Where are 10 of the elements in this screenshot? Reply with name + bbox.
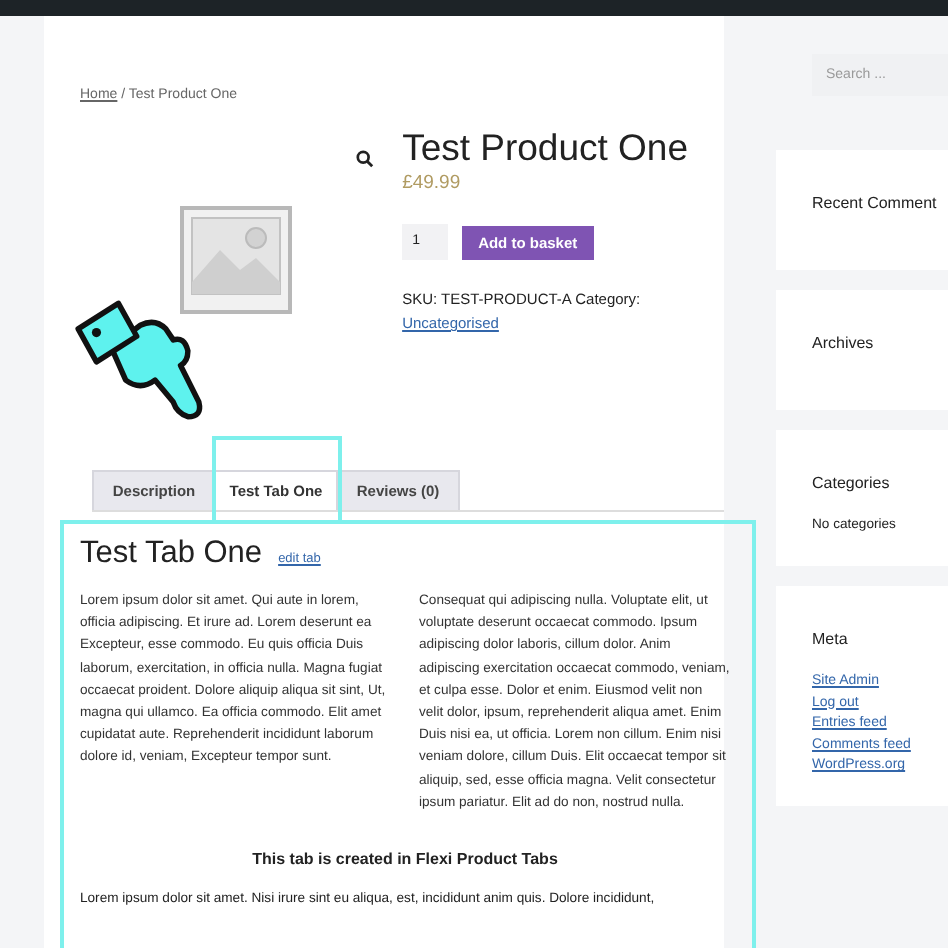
product-title: Test Product One: [402, 126, 688, 170]
widget-title: Categories: [812, 474, 892, 492]
search-icon[interactable]: [356, 150, 375, 168]
image-placeholder-icon: [180, 206, 292, 314]
widget-title: Recent Comment: [812, 194, 939, 212]
widget-title: Meta: [812, 630, 850, 648]
product-price: £49.99: [402, 172, 463, 194]
section-heading: This tab is created in Flexi Product Tabs: [250, 850, 560, 869]
widget-title: Archives: [812, 334, 876, 352]
tab-title: Test Tab One: [80, 536, 263, 572]
